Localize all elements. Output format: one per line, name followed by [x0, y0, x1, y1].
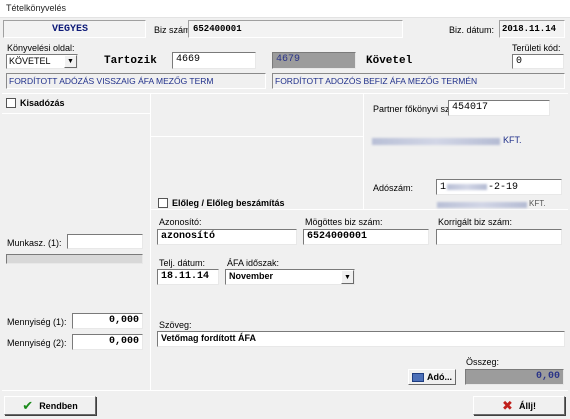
mogottes-label: Mögöttes biz szám: [305, 217, 383, 227]
partner-name-suffix: KFT. [503, 135, 522, 145]
separator-mid-left [151, 136, 363, 137]
telj-datum-input[interactable]: 18.11.14 [157, 269, 219, 285]
ok-button-label: Rendben [39, 400, 78, 411]
adoszam-label: Adószám: [373, 183, 414, 193]
kisadozas-checkbox[interactable] [6, 98, 16, 108]
adoszam-input[interactable]: 1 -2-19 [436, 179, 562, 195]
tartozik-description: FORDÍTOTT ADÓZÁS VISSZAIG ÁFA MEZŐG TERM [6, 73, 266, 89]
cancel-button[interactable]: ✖ Állj! [473, 396, 565, 415]
szoveg-label: Szöveg: [159, 320, 192, 330]
konyvelesi-oldal-dropdown-button[interactable]: ▼ [64, 55, 77, 68]
mennyiseg1-input[interactable]: 0,000 [72, 313, 143, 329]
adoszam-redacted [447, 184, 488, 190]
separator-below-kisadozas [2, 113, 150, 114]
checkmark-icon: ✔ [22, 397, 34, 413]
adoszam-name-redacted [437, 202, 527, 208]
teruleti-kod-input[interactable]: 0 [512, 54, 564, 69]
eloleg-checkbox[interactable] [158, 198, 168, 208]
biz-datum-value: 2018.11.14 [502, 24, 557, 34]
calculator-icon [412, 372, 424, 382]
eloleg-label: Előleg / Előleg beszámítás [172, 198, 285, 208]
munkasz-label: Munkasz. (1): [7, 238, 62, 248]
mennyiseg2-input[interactable]: 0,000 [72, 334, 143, 350]
konyvelesi-oldal-label: Könyvelési oldal: [7, 43, 75, 53]
konyvelesi-oldal-value: KÖVETEL [9, 56, 51, 66]
tartozik-label: Tartozik [104, 55, 157, 67]
cancel-button-label: Állj! [518, 400, 536, 411]
korrigalt-label: Korrigált biz szám: [438, 217, 513, 227]
telj-datum-label: Telj. dátum: [159, 258, 206, 268]
ado-button-label: Adó... [427, 372, 452, 382]
korrigalt-input[interactable] [436, 229, 562, 245]
kovetel-label: Követel [366, 55, 413, 67]
kovetel-description-text: FORDÍTOTT ADOZÓS BEFIZ ÁFA MEZŐG TERMÉN [275, 76, 478, 86]
mogottes-input[interactable]: 6524000001 [303, 229, 429, 245]
partner-name-redacted [372, 138, 500, 145]
separator-above-ids [151, 209, 568, 210]
kisadozas-label: Kisadózás [20, 98, 65, 108]
mennyiseg1-label: Mennyiség (1): [7, 317, 67, 327]
partner-fokonyv-input[interactable]: 454017 [448, 100, 550, 116]
mennyiseg2-label: Mennyiség (2): [7, 338, 67, 348]
window-titlebar: Tételkönyvelés [0, 0, 570, 18]
ok-button[interactable]: ✔ Rendben [4, 396, 96, 415]
adoszam-prefix: 1 [440, 181, 447, 193]
biz-datum-label: Biz. dátum: [449, 25, 495, 35]
document-type: VEGYES [52, 24, 89, 35]
munkasz-description [6, 254, 143, 264]
tartozik-account-input[interactable]: 4669 [172, 52, 256, 69]
dialog-body: VEGYES Biz szám: 652400001 Biz. dátum: 2… [0, 18, 570, 419]
separator-partner-column [363, 94, 364, 209]
biz-szam-value: 652400001 [193, 24, 242, 34]
kovetel-account-input[interactable]: 4679 [272, 52, 356, 69]
tartozik-description-text: FORDÍTOTT ADÓZÁS VISSZAIG ÁFA MEZŐG TERM [9, 76, 214, 86]
afa-idoszak-value: November [229, 271, 274, 281]
szoveg-input[interactable]: Vetőmag fordított ÁFA [157, 331, 565, 347]
azonosito-input[interactable]: azonosító [157, 229, 297, 245]
afa-idoszak-select[interactable]: November [225, 269, 355, 285]
chevron-down-icon: ▼ [67, 58, 74, 65]
separator-footer [2, 390, 568, 391]
adoszam-name-suffix: KFT. [529, 199, 546, 208]
osszeg-value: 0,00 [465, 369, 564, 385]
afa-idoszak-dropdown-button[interactable]: ▼ [341, 270, 354, 284]
eloleg-checkbox-row[interactable]: Előleg / Előleg beszámítás [158, 198, 285, 208]
osszeg-label: Összeg: [466, 357, 500, 367]
azonosito-label: Azonosító: [159, 217, 202, 227]
separator-left-column [150, 94, 151, 390]
close-icon: ✖ [502, 397, 513, 413]
munkasz-input[interactable] [67, 234, 143, 249]
chevron-down-icon: ▼ [344, 273, 351, 281]
afa-idoszak-label: ÁFA időszak: [227, 258, 280, 268]
teruleti-kod-label: Területi kód: [512, 43, 561, 53]
adoszam-suffix: -2-19 [488, 181, 519, 193]
kisadozas-checkbox-row[interactable]: Kisadózás [6, 98, 65, 108]
window-title: Tételkönyvelés [6, 3, 67, 13]
separator-top [2, 93, 568, 94]
ado-button[interactable]: Adó... [408, 369, 456, 385]
kovetel-description: FORDÍTOTT ADOZÓS BEFIZ ÁFA MEZŐG TERMÉN [272, 73, 565, 89]
